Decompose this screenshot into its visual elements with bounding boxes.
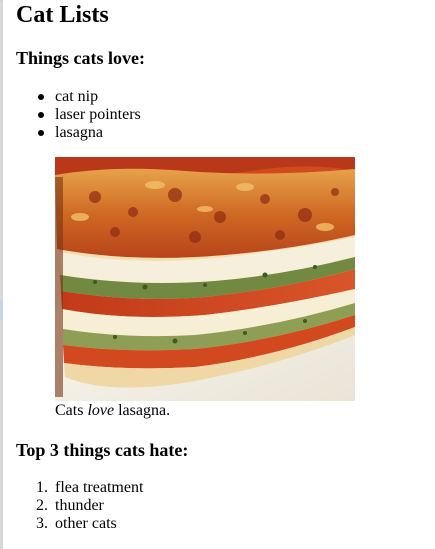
list-item-label: cat nip xyxy=(55,88,99,105)
edge-segment xyxy=(0,300,3,320)
love-list: cat nip laser pointers lasagna xyxy=(16,88,141,142)
window-left-edge xyxy=(0,0,3,549)
bullet-icon xyxy=(38,112,44,118)
bullet-icon xyxy=(38,130,44,136)
list-item: cat nip xyxy=(16,88,141,106)
bullet-icon xyxy=(38,94,44,100)
page-title: Cat Lists xyxy=(16,2,109,28)
list-item: 3. other cats xyxy=(16,515,143,533)
list-number: 3. xyxy=(36,515,48,532)
list-number: 2. xyxy=(36,497,48,514)
list-item: laser pointers xyxy=(16,106,141,124)
edge-segment xyxy=(0,0,3,2)
list-item-label: laser pointers xyxy=(55,106,141,123)
hate-list: 1. flea treatment 2. thunder 3. other ca… xyxy=(16,479,143,533)
list-item-label: flea treatment xyxy=(55,479,144,496)
caption-text: Cats xyxy=(55,402,88,419)
list-item: 2. thunder xyxy=(16,497,143,515)
list-item: lasagna xyxy=(16,124,141,142)
list-item-label: other cats xyxy=(55,515,117,532)
hate-heading: Top 3 things cats hate: xyxy=(16,440,189,460)
lasagna-photo xyxy=(55,157,355,401)
list-number: 1. xyxy=(36,479,48,496)
figure-caption: Cats love lasagna. xyxy=(55,402,170,420)
lasagna-figure: Cats love lasagna. xyxy=(55,157,355,419)
list-item: 1. flea treatment xyxy=(16,479,143,497)
list-item-label: lasagna xyxy=(55,124,103,141)
list-item-label: thunder xyxy=(55,497,104,514)
caption-text: lasagna. xyxy=(114,402,171,419)
caption-emphasis: love xyxy=(87,402,115,419)
love-heading: Things cats love: xyxy=(16,48,146,68)
